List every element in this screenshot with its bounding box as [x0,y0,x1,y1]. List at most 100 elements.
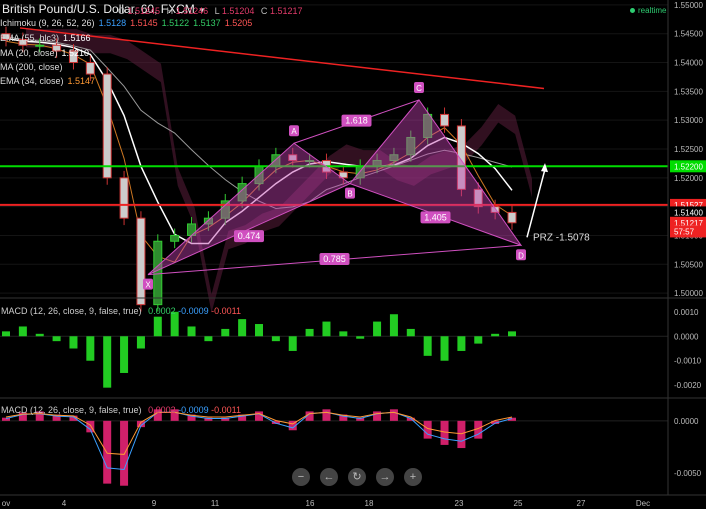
prz-label: PRZ -1.5078 [533,232,590,243]
indicator-legend-item[interactable]: MA (20, close) 1.5210 [0,48,89,58]
price-tick-label: 1.50000 [674,289,703,298]
candle-body [170,234,180,242]
macd-bar [440,420,449,445]
macd-bar [423,336,432,356]
candle-body [153,240,163,306]
macd-tick-label: 0.0000 [674,417,699,426]
macd-tick-label: 0.0010 [674,308,699,317]
price-badge-label: 1.51400 [674,208,703,217]
time-tick-label: 16 [306,499,315,508]
indicator-legend-item[interactable]: Ichimoku (9, 26, 52, 26) 1.5128 1.5145 1.51… [0,18,252,28]
macd-bar [18,326,27,337]
macd-bar [255,324,263,337]
time-tick-label: ov [2,499,10,508]
macd-bar [322,321,331,337]
indicator-label: EMA (55, hlc3) [0,33,60,43]
macd-bar [35,333,44,337]
macd-bar [457,336,466,351]
macd-value: -0.0009 [178,405,212,415]
pattern-point-label: C [416,84,422,93]
time-tick-label: 4 [62,499,67,508]
macd-bar [288,336,297,351]
indicator-legend-item[interactable]: MA (200, close) [0,62,63,72]
candle-body [35,44,45,47]
macd-value: 0.0002 [148,405,179,415]
macd-bar [204,336,213,342]
price-tick-label: 1.52000 [674,174,703,183]
macd-bar [389,314,398,337]
indicator-value: 1.5128 [98,18,127,28]
macd-bar [474,336,483,344]
macd-2-values: 0.0002 -0.0009 -0.0011 [148,405,241,415]
macd-bar [221,328,230,337]
candle-body [102,73,112,179]
macd-bar [255,411,263,421]
price-badge-label: 57:57 [674,227,695,236]
macd-bar [52,336,61,342]
macd-2-label[interactable]: MACD (12, 26, close, 9, false, true) 0.0… [1,405,241,415]
macd-bar [271,336,280,342]
candle-body [85,62,95,75]
price-tick-label: 1.53000 [674,116,703,125]
macd-bar [356,336,365,339]
price-badge-label: 1.52200 [674,162,703,171]
indicator-legend-item[interactable]: EMA (55, hlc3) 1.5166 [0,33,91,43]
time-tick-label: 27 [577,499,586,508]
pattern-point-label: D [518,251,524,260]
macd-value: -0.0011 [211,405,241,415]
ohlc-readout: O 1.51245 H 1.51246 L 1.51204 C 1.51217 [118,6,303,16]
price-tick-label: 1.54000 [674,59,703,68]
zoom-out-button[interactable]: − [292,468,310,486]
realtime-indicator: realtime [630,6,666,15]
macd-bar [305,328,314,337]
reset-button[interactable]: ↻ [348,468,366,486]
indicator-label: MA (20, close) [0,48,58,58]
pattern-point-label: X [145,281,151,290]
macd-bar [406,328,415,337]
indicator-value: 1.5122 [161,18,190,28]
price-tick-label: 1.52500 [674,145,703,154]
indicator-value: 1.5166 [63,33,91,43]
macd-bar [103,420,112,484]
indicator-legend-item[interactable]: EMA (34, close) 1.5147 [0,76,95,86]
time-tick-label: 11 [211,499,220,508]
macd-bar [423,420,432,439]
scroll-right-button[interactable]: → [376,468,394,486]
macd-tick-label: -0.0020 [674,381,702,390]
macd-bar [120,420,129,486]
indicator-value: 1.5205 [224,18,253,28]
ratio-label: 0.474 [238,231,261,241]
ratio-label: 0.785 [323,254,346,264]
macd-value: 0.0002 [148,306,179,316]
ratio-label: 1.618 [345,116,368,126]
macd-bar [508,331,516,337]
macd-tick-label: -0.0010 [674,357,702,366]
scroll-left-button[interactable]: ← [320,468,338,486]
macd-bar [2,331,10,337]
macd-1-label[interactable]: MACD (12, 26, close, 9, false, true) 0.0… [1,306,241,316]
indicator-value: 1.5145 [130,18,158,28]
time-tick-label: 9 [152,499,157,508]
macd-bar [238,319,247,337]
pattern-point-label: B [347,190,352,199]
macd-bar [187,326,196,337]
price-tick-label: 1.50500 [674,260,703,269]
macd-bar [86,336,95,361]
price-tick-label: 1.53500 [674,87,703,96]
price-tick-label: 1.55000 [674,1,703,10]
macd-bar [373,321,382,337]
indicator-value: 1.5147 [67,76,96,86]
macd-bar [69,336,78,349]
macd-bar [339,331,348,337]
macd-1-values: 0.0002 -0.0009 -0.0011 [148,306,241,316]
macd-bar [120,336,129,373]
chart-canvas[interactable]: 1.55000 1.54500 1.54000 1.53500 1.53000 1.525… [0,0,706,509]
pattern-point-label: A [291,127,297,136]
macd-tick-label: -0.0050 [674,469,702,478]
candle-body [136,217,146,306]
macd-bar [440,336,449,361]
time-tick-label: 25 [514,499,523,508]
zoom-in-button[interactable]: + [404,468,422,486]
macd-bar [136,336,145,349]
macd-bar [389,409,398,421]
